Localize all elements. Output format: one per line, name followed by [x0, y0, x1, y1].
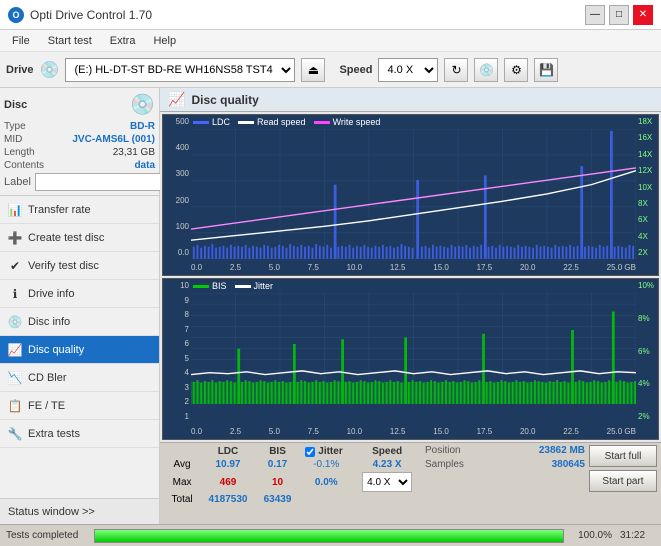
sidebar-nav: 📊 Transfer rate ➕ Create test disc ✔ Ver…: [0, 196, 159, 498]
chart1-legend: LDC Read speed Write speed: [193, 117, 380, 127]
drive-info-icon: ℹ: [8, 287, 22, 301]
status-window-button[interactable]: Status window >>: [0, 498, 159, 524]
disc-icon: 💿: [130, 92, 155, 117]
speed-select[interactable]: 4.0 X: [378, 58, 438, 82]
mid-label: MID: [4, 134, 22, 145]
eject-button[interactable]: ⏏: [301, 58, 325, 82]
app-logo: O: [8, 7, 24, 23]
chart2-legend: BIS Jitter: [193, 281, 273, 291]
menu-help[interactable]: Help: [145, 33, 184, 49]
stats-table: LDC BIS Jitter Speed: [164, 445, 421, 506]
jitter-checkbox[interactable]: [305, 447, 315, 457]
chart1-svg: [191, 129, 636, 259]
sidebar-item-disc-quality[interactable]: 📈 Disc quality: [0, 336, 159, 364]
disc-button[interactable]: 💿: [474, 58, 498, 82]
chart2-y-axis-right: 10% 8% 6% 4% 2%: [636, 279, 658, 423]
window-controls: — □ ✕: [585, 5, 653, 25]
type-label: Type: [4, 121, 26, 132]
length-value: 23,31 GB: [113, 147, 155, 158]
title-bar: O Opti Drive Control 1.70 — □ ✕: [0, 0, 661, 30]
sidebar-item-extra-tests[interactable]: 🔧 Extra tests: [0, 420, 159, 448]
drive-label: Drive: [6, 64, 34, 76]
close-button[interactable]: ✕: [633, 5, 653, 25]
transfer-rate-icon: 📊: [8, 203, 22, 217]
start-full-button[interactable]: Start full: [589, 445, 657, 467]
disc-panel-title: Disc: [4, 99, 27, 111]
chart1-y-axis-left: 500 400 300 200 100 0.0: [163, 115, 191, 259]
disc-panel: Disc 💿 Type BD-R MID JVC-AMS6L (001) Len…: [0, 88, 159, 196]
ldc-chart: LDC Read speed Write speed 500 400 30: [162, 114, 659, 276]
stats-bar: LDC BIS Jitter Speed: [160, 442, 661, 524]
disc-quality-title: Disc quality: [191, 93, 258, 107]
length-label: Length: [4, 147, 35, 158]
sidebar-item-create-test-disc[interactable]: ➕ Create test disc: [0, 224, 159, 252]
charts-container: LDC Read speed Write speed 500 400 30: [160, 112, 661, 442]
minimize-button[interactable]: —: [585, 5, 605, 25]
progress-bar: [94, 529, 564, 543]
label-input[interactable]: [35, 173, 173, 191]
maximize-button[interactable]: □: [609, 5, 629, 25]
settings-button[interactable]: ⚙: [504, 58, 528, 82]
label-label: Label: [4, 176, 31, 188]
fe-te-icon: 📋: [8, 399, 22, 413]
sidebar-item-disc-info[interactable]: 💿 Disc info: [0, 308, 159, 336]
contents-label: Contents: [4, 160, 44, 171]
bis-chart: BIS Jitter 10 9 8 7 6 5 4 3: [162, 278, 659, 440]
speed-label: Speed: [339, 64, 372, 76]
status-text: Tests completed: [6, 530, 86, 541]
progress-bar-fill: [95, 530, 563, 542]
type-value: BD-R: [130, 121, 155, 132]
chart2-svg: [191, 293, 636, 404]
time-text: 31:22: [620, 530, 655, 541]
disc-quality-header-icon: 📈: [168, 91, 185, 108]
chart1-y-axis-right: 18X 16X 14X 12X 10X 8X 6X 4X 2X: [636, 115, 658, 259]
start-part-button[interactable]: Start part: [589, 470, 657, 492]
toolbar: Drive 💿 (E:) HL-DT-ST BD-RE WH16NS58 TST…: [0, 52, 661, 88]
sidebar-item-transfer-rate[interactable]: 📊 Transfer rate: [0, 196, 159, 224]
content-area: 📈 Disc quality LDC Read speed: [160, 88, 661, 524]
menu-bar: File Start test Extra Help: [0, 30, 661, 52]
chart2-y-axis-left: 10 9 8 7 6 5 4 3 2 1: [163, 279, 191, 423]
disc-info-icon: 💿: [8, 315, 22, 329]
menu-file[interactable]: File: [4, 33, 38, 49]
bottom-bar: Tests completed 100.0% 31:22: [0, 524, 661, 546]
speed-select-stats[interactable]: 4.0 X: [362, 472, 412, 492]
save-button[interactable]: 💾: [534, 58, 558, 82]
drive-select[interactable]: (E:) HL-DT-ST BD-RE WH16NS58 TST4: [65, 58, 295, 82]
chart1-x-axis: 0.0 2.5 5.0 7.5 10.0 12.5 15.0 17.5 20.0…: [191, 259, 636, 275]
menu-start-test[interactable]: Start test: [40, 33, 100, 49]
main-layout: Disc 💿 Type BD-R MID JVC-AMS6L (001) Len…: [0, 88, 661, 524]
mid-value: JVC-AMS6L (001): [72, 134, 155, 145]
sidebar-item-fe-te[interactable]: 📋 FE / TE: [0, 392, 159, 420]
progress-text: 100.0%: [572, 530, 612, 541]
sidebar-item-drive-info[interactable]: ℹ Drive info: [0, 280, 159, 308]
action-buttons: Start full Start part: [589, 445, 657, 492]
chart2-x-axis: 0.0 2.5 5.0 7.5 10.0 12.5 15.0 17.5 20.0…: [191, 423, 636, 439]
stats-right: Position 23862 MB Samples 380645: [425, 445, 585, 470]
sidebar-item-cd-bler[interactable]: 📉 CD Bler: [0, 364, 159, 392]
app-title: Opti Drive Control 1.70: [30, 8, 152, 22]
contents-value: data: [134, 160, 155, 171]
sidebar-item-verify-test-disc[interactable]: ✔ Verify test disc: [0, 252, 159, 280]
sidebar: Disc 💿 Type BD-R MID JVC-AMS6L (001) Len…: [0, 88, 160, 524]
cd-bler-icon: 📉: [8, 371, 22, 385]
menu-extra[interactable]: Extra: [102, 33, 144, 49]
create-disc-icon: ➕: [8, 231, 22, 245]
extra-tests-icon: 🔧: [8, 427, 22, 441]
refresh-button[interactable]: ↻: [444, 58, 468, 82]
drive-icon: 💿: [40, 60, 60, 80]
disc-quality-icon: 📈: [8, 343, 22, 357]
verify-disc-icon: ✔: [8, 259, 22, 273]
disc-quality-header: 📈 Disc quality: [160, 88, 661, 112]
